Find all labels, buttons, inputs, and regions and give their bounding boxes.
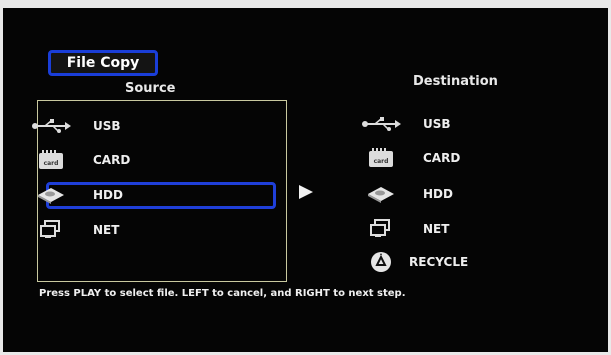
destination-item-card[interactable]: card CARD (359, 147, 460, 169)
source-heading: Source (125, 81, 176, 96)
destination-item-usb[interactable]: USB (359, 113, 451, 135)
source-item-card[interactable]: card CARD (29, 149, 130, 171)
hdd-icon (29, 184, 73, 206)
card-icon: card (359, 147, 403, 169)
hdd-icon (359, 183, 403, 205)
source-item-label: CARD (93, 153, 131, 167)
card-icon: card (29, 149, 73, 171)
source-item-label: HDD (93, 188, 123, 202)
destination-item-net[interactable]: NET (359, 218, 449, 240)
file-copy-screen: File Copy Source Destination USB card CA… (3, 8, 608, 352)
help-hint-text: Press PLAY to select file. LEFT to cance… (39, 288, 406, 299)
source-item-label: USB (93, 119, 121, 133)
file-copy-title-button[interactable]: File Copy (48, 50, 158, 76)
destination-item-label: HDD (423, 187, 453, 201)
destination-item-label: CARD (423, 151, 461, 165)
destination-item-label: RECYCLE (409, 255, 469, 269)
destination-heading: Destination (413, 74, 498, 89)
next-step-arrow-icon (299, 185, 313, 199)
source-item-usb[interactable]: USB (29, 115, 121, 137)
title-label: File Copy (66, 55, 140, 71)
source-item-hdd[interactable]: HDD (29, 184, 123, 206)
source-item-label: NET (93, 223, 120, 237)
usb-icon (29, 115, 73, 137)
destination-item-label: USB (423, 117, 451, 131)
destination-item-label: NET (423, 222, 450, 236)
net-icon (359, 218, 403, 240)
recycle-icon (359, 251, 403, 273)
destination-item-recycle[interactable]: RECYCLE (359, 251, 468, 273)
source-item-net[interactable]: NET (29, 219, 119, 241)
card-icon-text: card (374, 158, 389, 165)
usb-icon (359, 113, 403, 135)
card-icon-text: card (44, 160, 59, 167)
destination-item-hdd[interactable]: HDD (359, 183, 453, 205)
net-icon (29, 219, 73, 241)
